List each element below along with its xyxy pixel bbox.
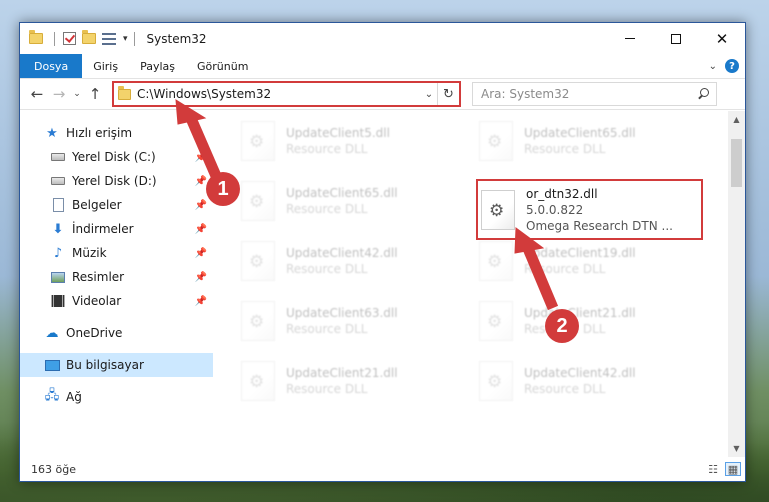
arrow-2-head (514, 227, 545, 254)
callout-badge-2: 2 (545, 309, 579, 343)
arrow-1-head (175, 99, 207, 125)
annotation-arrows (175, 99, 559, 311)
callout-badge-1: 1 (206, 172, 240, 206)
arrow-1-shaft (184, 113, 222, 179)
arrow-2-shaft (521, 243, 559, 311)
